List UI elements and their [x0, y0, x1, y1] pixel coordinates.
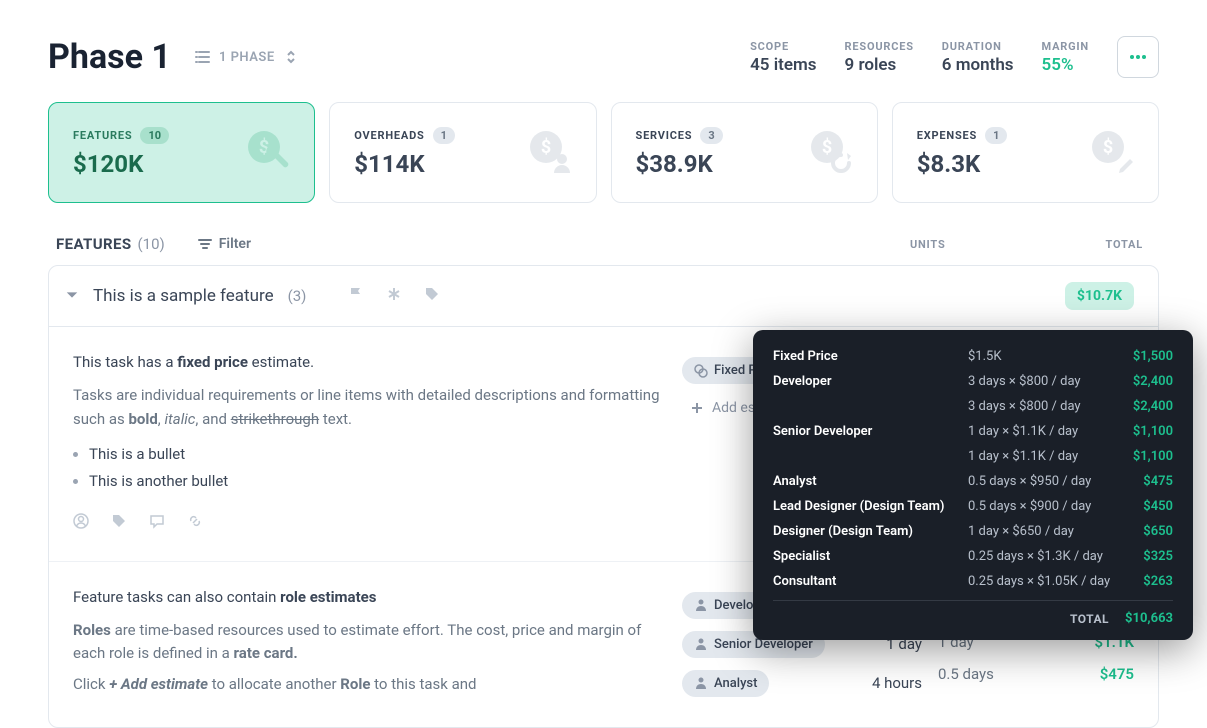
tooltip-amount: $2,400 — [1113, 399, 1173, 414]
tooltip-row: Lead Designer (Design Team)0.5 days × $9… — [773, 494, 1173, 519]
feature-total-tooltip: Fixed Price$1.5K$1,500Developer3 days × … — [753, 330, 1193, 640]
page-title: Phase 1 — [48, 37, 171, 77]
tag-icon[interactable] — [111, 513, 127, 536]
link-icon[interactable] — [187, 513, 203, 536]
card-expenses[interactable]: EXPENSES 1 $8.3K $ — [892, 102, 1159, 203]
tooltip-calc: 0.25 days × $1.3K / day — [968, 549, 1113, 564]
tooltip-amount: $263 — [1113, 574, 1173, 589]
flag-icon[interactable] — [348, 286, 364, 306]
feature-count: (3) — [288, 287, 307, 305]
feature-title: This is a sample feature — [93, 286, 274, 306]
fixed-price-icon — [694, 364, 708, 378]
task-description: Tasks are individual requirements or lin… — [73, 384, 666, 495]
dollar-pencil-icon: $ — [1090, 129, 1134, 177]
svg-text:$: $ — [540, 137, 550, 158]
feature-total: $10.7K — [1065, 282, 1134, 310]
tooltip-amount: $1,500 — [1113, 349, 1173, 364]
tooltip-calc: 1 day × $1.1K / day — [968, 424, 1113, 439]
svg-text:$: $ — [1103, 137, 1113, 158]
dollar-person-icon: $ — [528, 129, 572, 177]
person-icon — [694, 676, 708, 690]
card-services[interactable]: SERVICES 3 $38.9K $ — [611, 102, 878, 203]
section-count: (10) — [138, 235, 165, 253]
task-title: Feature tasks can also contain role esti… — [73, 586, 666, 609]
tooltip-row: Designer (Design Team)1 day × $650 / day… — [773, 519, 1173, 544]
dollar-wrench-icon: $ — [246, 129, 290, 177]
tooltip-row: Developer3 days × $800 / day$2,400 — [773, 369, 1173, 394]
chevron-updown-icon — [283, 49, 299, 65]
tooltip-total-amount: $10,663 — [1125, 611, 1173, 626]
section-title: FEATURES — [56, 235, 132, 253]
filter-icon — [197, 236, 213, 252]
tooltip-calc: 3 days × $800 / day — [968, 374, 1113, 389]
page-header: Phase 1 1 PHASE SCOPE 45 items RESOURCES… — [48, 0, 1159, 102]
tooltip-amount: $450 — [1113, 499, 1173, 514]
card-overheads[interactable]: OVERHEADS 1 $114K $ — [329, 102, 596, 203]
tooltip-calc: 1 day × $650 / day — [968, 524, 1113, 539]
tooltip-role: Consultant — [773, 574, 968, 589]
tooltip-role: Senior Developer — [773, 424, 968, 439]
phase-selector[interactable]: 1 PHASE — [195, 49, 299, 65]
tooltip-row: Senior Developer1 day × $1.1K / day$1,10… — [773, 419, 1173, 444]
col-units: UNITS — [910, 238, 946, 251]
metric-margin: MARGIN 55% — [1042, 40, 1089, 75]
section-header: FEATURES (10) Filter UNITS TOTAL — [48, 235, 1159, 265]
filter-button[interactable]: Filter — [197, 236, 251, 252]
tooltip-calc: 3 days × $800 / day — [968, 399, 1113, 414]
plus-icon — [690, 401, 704, 415]
tooltip-role: Lead Designer (Design Team) — [773, 499, 968, 514]
tooltip-amount: $2,400 — [1113, 374, 1173, 389]
dots-horizontal-icon — [1128, 47, 1148, 67]
tooltip-calc: $1.5K — [968, 349, 1113, 364]
tooltip-row: Analyst0.5 days × $950 / day$475 — [773, 469, 1173, 494]
tooltip-calc: 0.5 days × $950 / day — [968, 474, 1113, 489]
list-item: This is another bullet — [89, 468, 666, 495]
tooltip-row: 1 day × $1.1K / day$1,100 — [773, 444, 1173, 469]
tooltip-role: Developer — [773, 374, 968, 389]
tooltip-row: Specialist0.25 days × $1.3K / day$325 — [773, 544, 1173, 569]
person-icon — [694, 598, 708, 612]
tooltip-amount: $1,100 — [1113, 449, 1173, 464]
unit-value: 0.5 days — [938, 658, 1048, 690]
tooltip-total-label: TOTAL — [773, 612, 1125, 626]
metric-resources: RESOURCES 9 roles — [845, 40, 914, 75]
phase-selector-label: 1 PHASE — [219, 50, 275, 65]
tooltip-role: Specialist — [773, 549, 968, 564]
tooltip-role: Fixed Price — [773, 349, 968, 364]
list-item: This is a bullet — [89, 441, 666, 468]
tooltip-calc: 0.25 days × $1.05K / day — [968, 574, 1113, 589]
estimate-pill-role[interactable]: Analyst — [682, 670, 769, 697]
tooltip-role: Analyst — [773, 474, 968, 489]
total-value: $475 — [1064, 658, 1134, 690]
col-total: TOTAL — [1106, 238, 1143, 251]
metric-duration: DURATION 6 months — [942, 40, 1014, 75]
chevron-down-icon[interactable] — [65, 287, 79, 306]
svg-text:$: $ — [822, 137, 832, 158]
more-menu-button[interactable] — [1117, 36, 1159, 78]
card-features[interactable]: FEATURES 10 $120K $ — [48, 102, 315, 203]
tooltip-row: Fixed Price$1.5K$1,500 — [773, 344, 1173, 369]
task-title: This task has a fixed price estimate. — [73, 351, 666, 374]
tooltip-calc: 1 day × $1.1K / day — [968, 449, 1113, 464]
list-icon — [195, 49, 211, 65]
metric-scope: SCOPE 45 items — [750, 40, 816, 75]
tooltip-row: 3 days × $800 / day$2,400 — [773, 394, 1173, 419]
tooltip-amount: $475 — [1113, 474, 1173, 489]
tooltip-amount: $650 — [1113, 524, 1173, 539]
tooltip-row: Consultant0.25 days × $1.05K / day$263 — [773, 569, 1173, 594]
tooltip-amount: $1,100 — [1113, 424, 1173, 439]
person-icon — [694, 637, 708, 651]
tooltip-role: Designer (Design Team) — [773, 524, 968, 539]
asterisk-icon[interactable] — [386, 286, 402, 306]
tag-icon[interactable] — [424, 286, 440, 306]
feature-header[interactable]: This is a sample feature (3) $10.7K — [49, 266, 1158, 327]
comment-icon[interactable] — [149, 513, 165, 536]
tooltip-calc: 0.5 days × $900 / day — [968, 499, 1113, 514]
assignee-icon[interactable] — [73, 513, 89, 536]
tooltip-amount: $325 — [1113, 549, 1173, 564]
task-description: Roles are time-based resources used to e… — [73, 619, 666, 697]
dollar-refresh-icon: $ — [809, 129, 853, 177]
